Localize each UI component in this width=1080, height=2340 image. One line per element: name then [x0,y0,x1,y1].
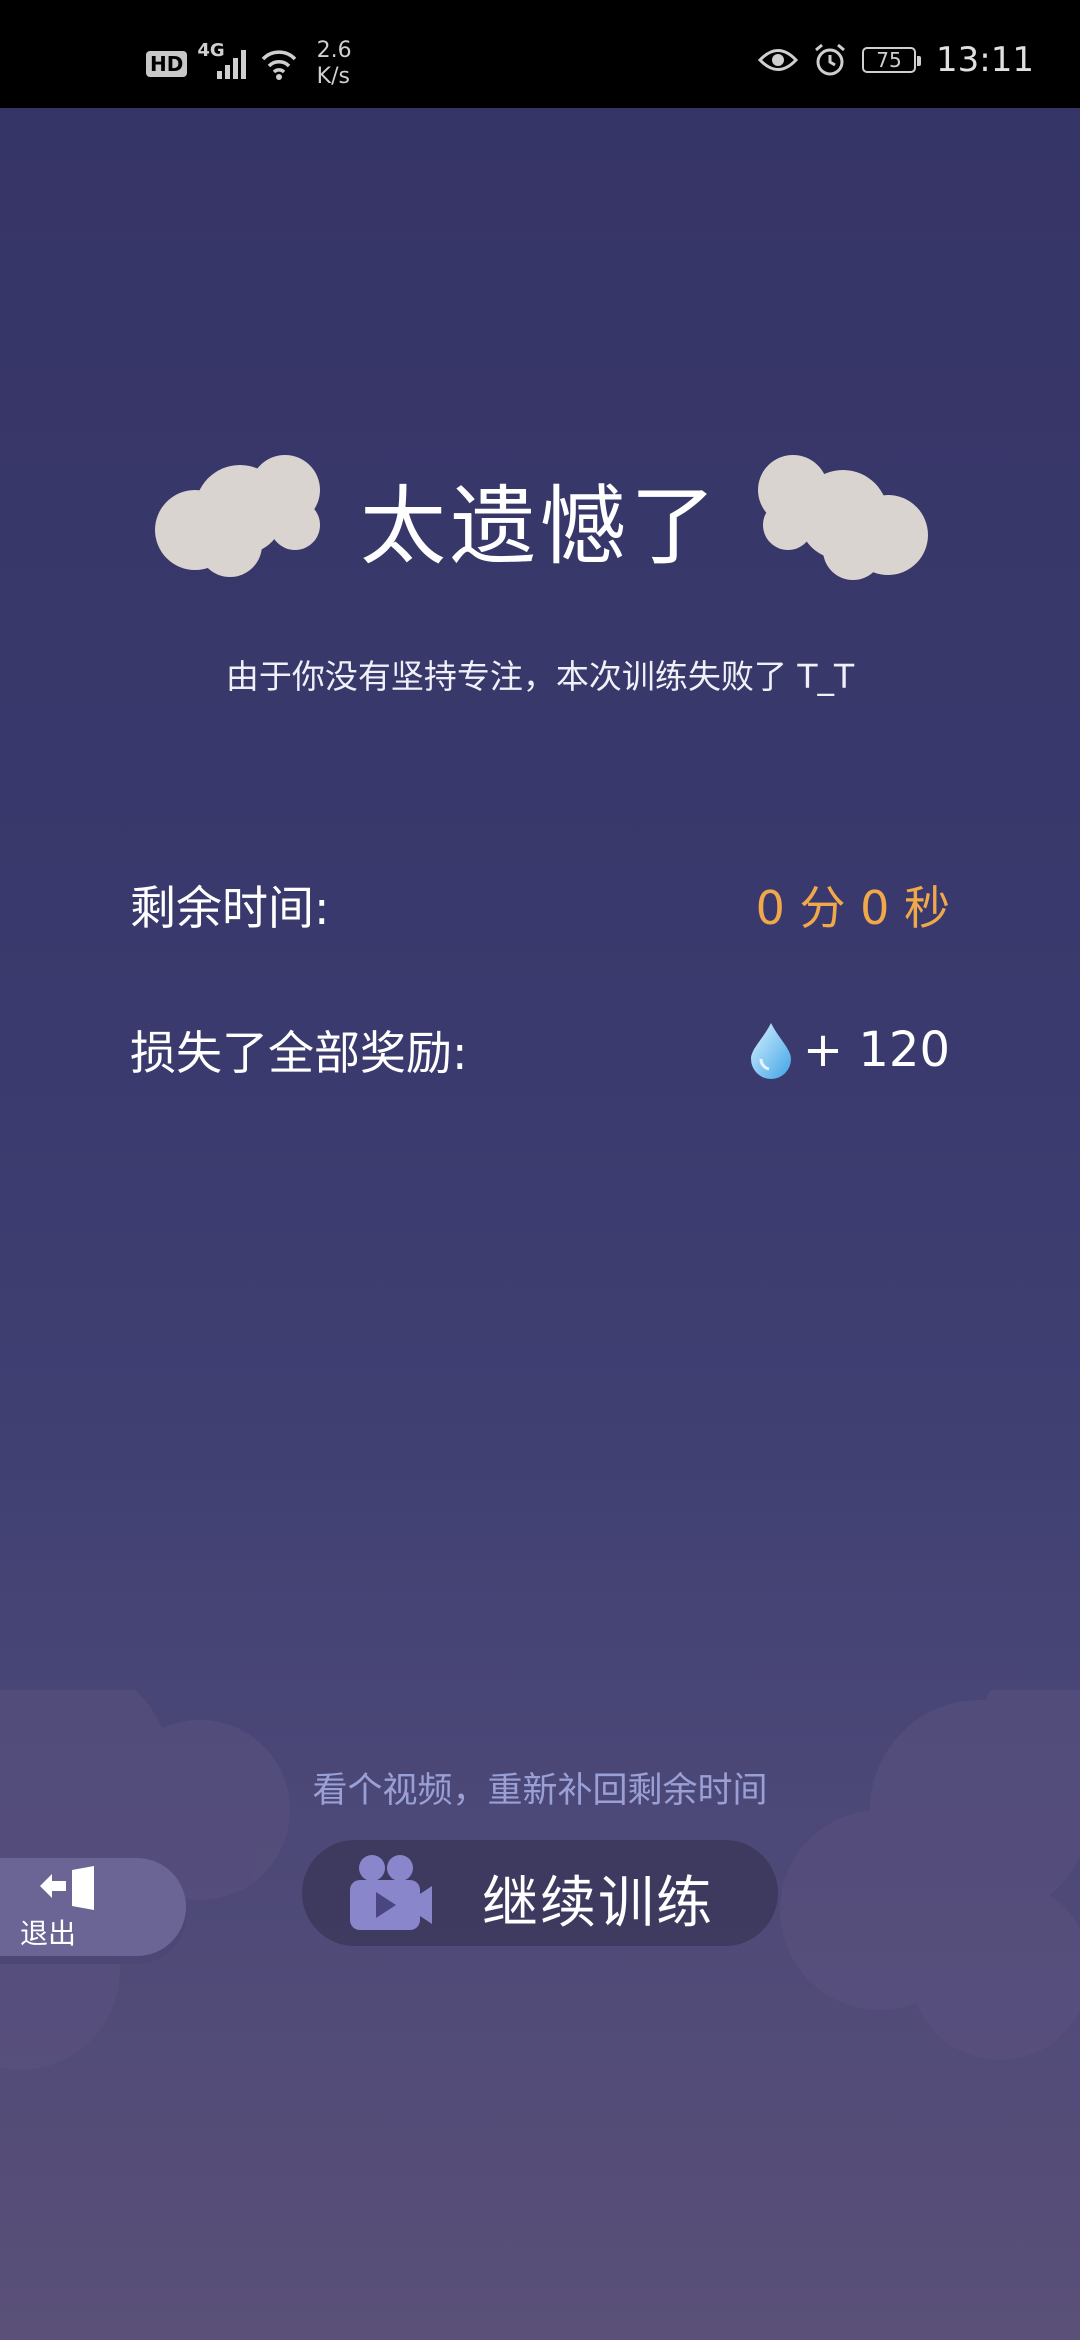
cloud-icon [758,455,928,580]
eye-icon [758,49,799,71]
reward-loss-value-group: + 120 [749,1021,950,1079]
video-camera-icon [350,1855,432,1930]
reward-loss-label: 损失了全部奖励: [130,1026,468,1080]
status-bar: HD 4G 2.6 K/s 75 13:11 [0,0,1080,108]
continue-training-label: 继续训练 [482,1871,714,1936]
remaining-time-value: 0 分 0 秒 [755,881,950,935]
status-right: 75 13:11 [758,30,1034,90]
exit-icon [40,1866,94,1910]
title-section: 太遗憾了 [0,430,1080,590]
failure-message: 由于你没有坚持专注，本次训练失败了 T_T [225,657,855,696]
water-drop-icon [750,1023,791,1079]
screen: HD 4G 2.6 K/s 75 13:11 太遗憾了 由于你没有坚持专注，本次… [0,0,1080,2340]
status-left: HD 4G 2.6 K/s [146,34,352,94]
exit-label: 退出 [20,1917,77,1950]
network-type: 4G [197,39,225,61]
battery-level: 75 [876,48,902,72]
video-hint: 看个视频，重新补回剩余时间 [312,1771,768,1811]
speed-value: 2.6 [316,38,352,63]
remaining-time-row: 剩余时间: 0 分 0 秒 [130,870,950,940]
exit-button[interactable]: 退出 [0,1858,186,1956]
speed-unit: K/s [316,64,350,89]
remaining-time-label: 剩余时间: [130,881,330,935]
continue-training-button[interactable]: 继续训练 [302,1840,778,1946]
reward-loss-value: + 120 [802,1022,950,1078]
network-speed: 2.6 K/s [317,38,352,90]
wifi-icon [261,50,296,80]
alarm-icon [815,43,845,76]
status-time: 13:11 [936,40,1034,80]
reward-loss-row: 损失了全部奖励: + 120 [130,1015,950,1085]
hd-badge: HD [146,51,188,77]
battery-icon: 75 [862,47,922,73]
